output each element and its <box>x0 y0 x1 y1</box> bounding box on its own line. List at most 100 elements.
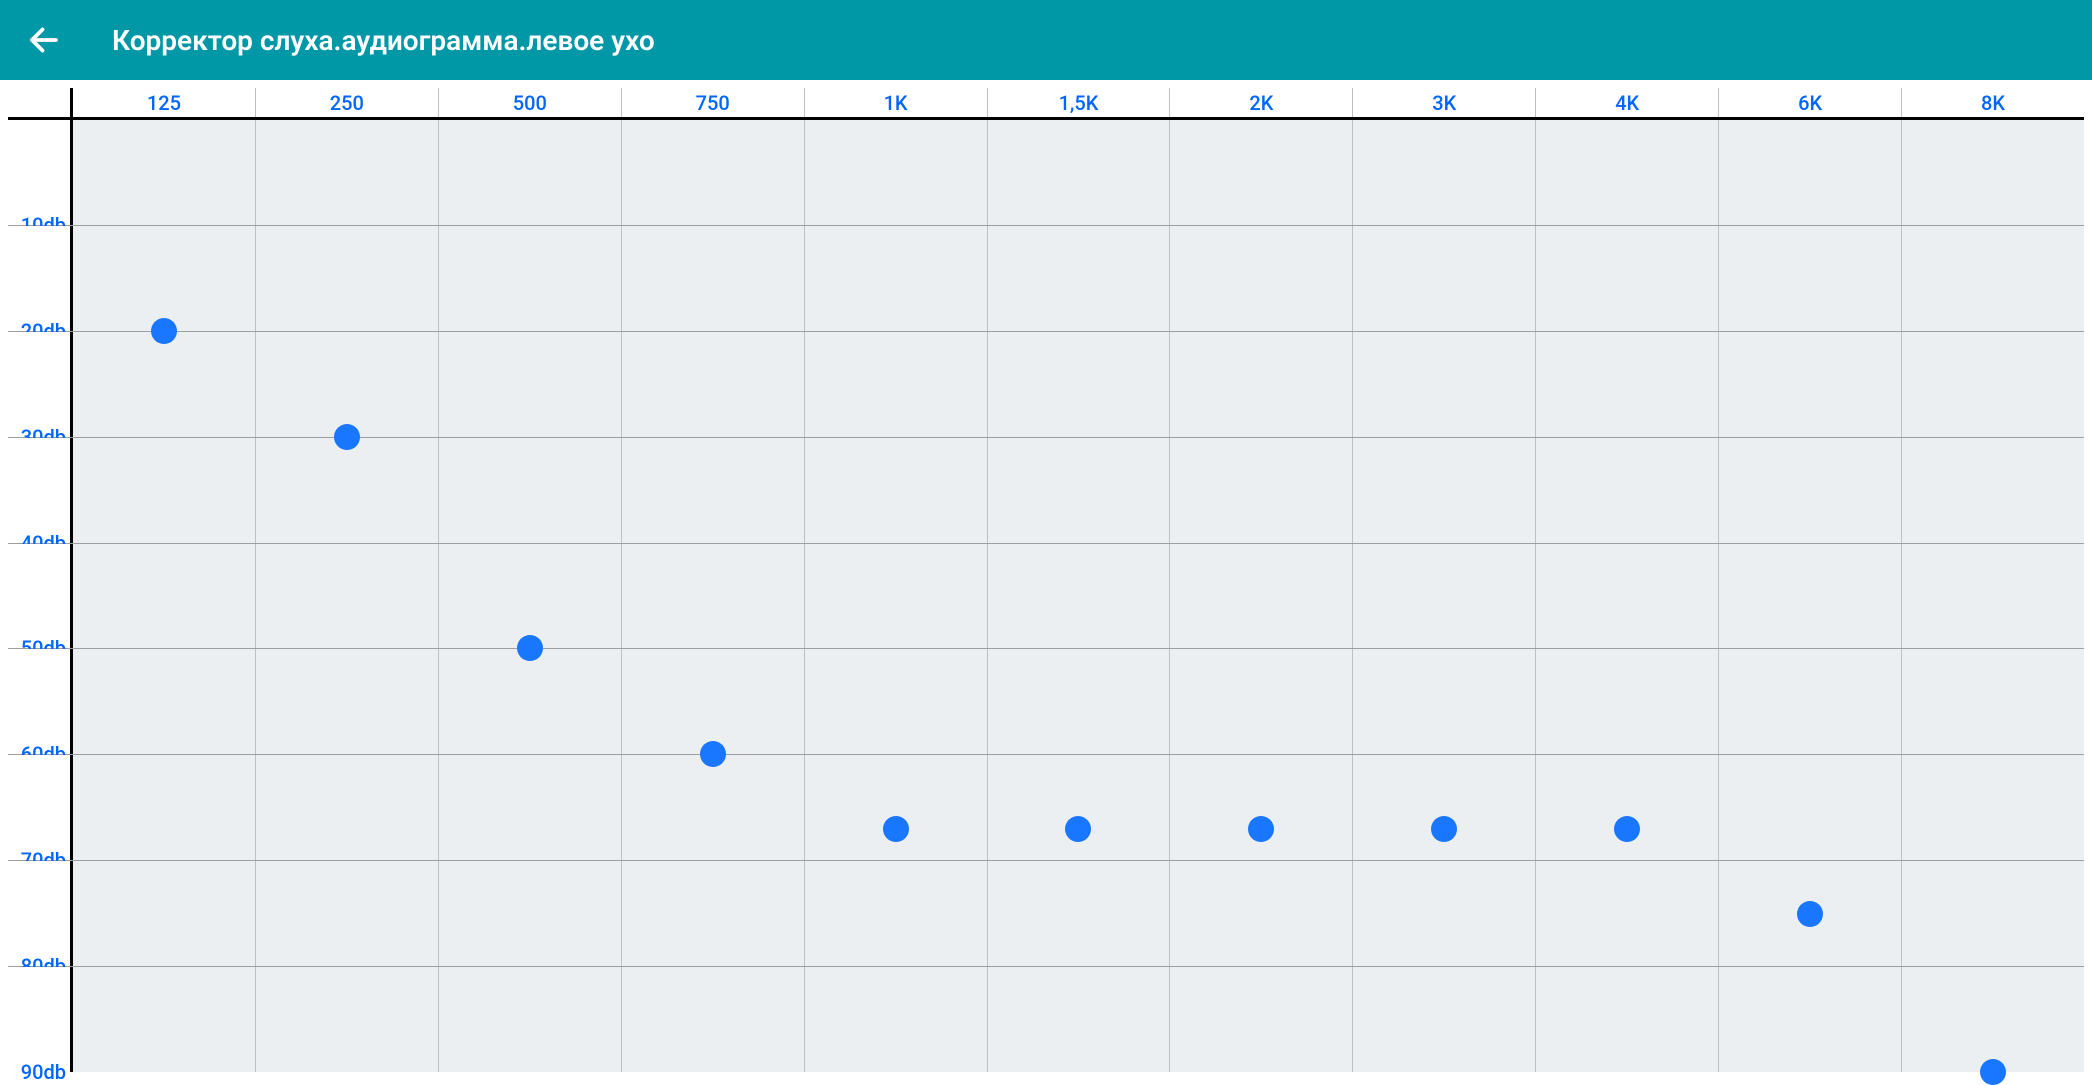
grid-cell[interactable] <box>1536 226 1719 331</box>
grid-cell[interactable] <box>73 120 256 225</box>
grid-cell[interactable] <box>1719 967 1902 1072</box>
grid-cell[interactable] <box>622 861 805 966</box>
grid-cell[interactable] <box>1719 226 1902 331</box>
grid-cell[interactable] <box>1719 544 1902 649</box>
grid-cell[interactable] <box>988 544 1171 649</box>
grid-cell[interactable] <box>1353 544 1536 649</box>
grid-cell[interactable] <box>1902 967 2084 1072</box>
grid-cell[interactable] <box>439 332 622 437</box>
grid-cell[interactable] <box>988 967 1171 1072</box>
grid-cell[interactable] <box>1353 649 1536 754</box>
grid-cell[interactable] <box>805 438 988 543</box>
grid-cell[interactable] <box>439 226 622 331</box>
grid-cell[interactable] <box>988 755 1171 860</box>
chart-grid[interactable]: 10db20db30db40db50db60db70db80db90db <box>8 120 2084 1072</box>
grid-cell[interactable] <box>1902 438 2084 543</box>
grid-cell[interactable] <box>1902 120 2084 225</box>
grid-cell[interactable] <box>1536 755 1719 860</box>
grid-cell[interactable] <box>622 649 805 754</box>
grid-cell[interactable] <box>622 544 805 649</box>
grid-cell[interactable] <box>256 438 439 543</box>
grid-cell[interactable] <box>73 861 256 966</box>
grid-cell[interactable] <box>439 649 622 754</box>
grid-cell[interactable] <box>1353 226 1536 331</box>
data-point[interactable] <box>1248 816 1274 842</box>
grid-cell[interactable] <box>622 967 805 1072</box>
grid-cell[interactable] <box>1902 861 2084 966</box>
grid-cell[interactable] <box>73 649 256 754</box>
grid-cell[interactable] <box>1170 544 1353 649</box>
grid-cell[interactable] <box>805 226 988 331</box>
grid-cell[interactable] <box>1170 120 1353 225</box>
grid-cell[interactable] <box>256 755 439 860</box>
grid-cell[interactable] <box>73 438 256 543</box>
data-point[interactable] <box>1980 1059 2006 1085</box>
grid-cell[interactable] <box>1536 649 1719 754</box>
grid-cell[interactable] <box>805 649 988 754</box>
grid-cell[interactable] <box>256 226 439 331</box>
grid-cell[interactable] <box>1536 332 1719 437</box>
grid-cell[interactable] <box>988 861 1171 966</box>
grid-cell[interactable] <box>1170 332 1353 437</box>
grid-cell[interactable] <box>73 755 256 860</box>
grid-cell[interactable] <box>1719 120 1902 225</box>
grid-cell[interactable] <box>622 226 805 331</box>
grid-cell[interactable] <box>1170 967 1353 1072</box>
grid-cell[interactable] <box>1170 438 1353 543</box>
grid-cell[interactable] <box>73 967 256 1072</box>
grid-cell[interactable] <box>1719 332 1902 437</box>
grid-cell[interactable] <box>988 649 1171 754</box>
grid-cell[interactable] <box>1902 755 2084 860</box>
data-point[interactable] <box>1431 816 1457 842</box>
grid-cell[interactable] <box>988 332 1171 437</box>
grid-cell[interactable] <box>439 967 622 1072</box>
grid-cell[interactable] <box>1902 649 2084 754</box>
grid-cell[interactable] <box>1353 755 1536 860</box>
grid-cell[interactable] <box>73 544 256 649</box>
grid-cell[interactable] <box>256 332 439 437</box>
data-point[interactable] <box>1797 901 1823 927</box>
grid-cell[interactable] <box>622 120 805 225</box>
grid-cell[interactable] <box>988 226 1171 331</box>
grid-cell[interactable] <box>439 544 622 649</box>
grid-cell[interactable] <box>73 332 256 437</box>
grid-cell[interactable] <box>1170 861 1353 966</box>
grid-cell[interactable] <box>256 544 439 649</box>
grid-cell[interactable] <box>805 755 988 860</box>
grid-cell[interactable] <box>805 120 988 225</box>
grid-cell[interactable] <box>256 967 439 1072</box>
grid-cell[interactable] <box>73 226 256 331</box>
data-point[interactable] <box>883 816 909 842</box>
grid-cell[interactable] <box>1353 967 1536 1072</box>
grid-cell[interactable] <box>1536 861 1719 966</box>
grid-cell[interactable] <box>1902 226 2084 331</box>
grid-cell[interactable] <box>256 861 439 966</box>
grid-cell[interactable] <box>805 861 988 966</box>
grid-cell[interactable] <box>1353 120 1536 225</box>
grid-cell[interactable] <box>1170 649 1353 754</box>
grid-cell[interactable] <box>1353 861 1536 966</box>
grid-cell[interactable] <box>1170 755 1353 860</box>
grid-cell[interactable] <box>1719 649 1902 754</box>
grid-cell[interactable] <box>1719 861 1902 966</box>
grid-cell[interactable] <box>622 438 805 543</box>
grid-cell[interactable] <box>622 755 805 860</box>
grid-cell[interactable] <box>1536 544 1719 649</box>
grid-cell[interactable] <box>1536 967 1719 1072</box>
grid-cell[interactable] <box>439 861 622 966</box>
back-arrow-icon[interactable] <box>24 20 64 60</box>
grid-cell[interactable] <box>1719 438 1902 543</box>
grid-cell[interactable] <box>1536 438 1719 543</box>
grid-cell[interactable] <box>1902 544 2084 649</box>
grid-cell[interactable] <box>256 649 439 754</box>
grid-cell[interactable] <box>256 120 439 225</box>
grid-cell[interactable] <box>1353 438 1536 543</box>
grid-cell[interactable] <box>439 438 622 543</box>
grid-cell[interactable] <box>1353 332 1536 437</box>
grid-cell[interactable] <box>1719 755 1902 860</box>
grid-cell[interactable] <box>1536 120 1719 225</box>
data-point[interactable] <box>1065 816 1091 842</box>
grid-cell[interactable] <box>439 120 622 225</box>
grid-cell[interactable] <box>1902 332 2084 437</box>
grid-cell[interactable] <box>1170 226 1353 331</box>
